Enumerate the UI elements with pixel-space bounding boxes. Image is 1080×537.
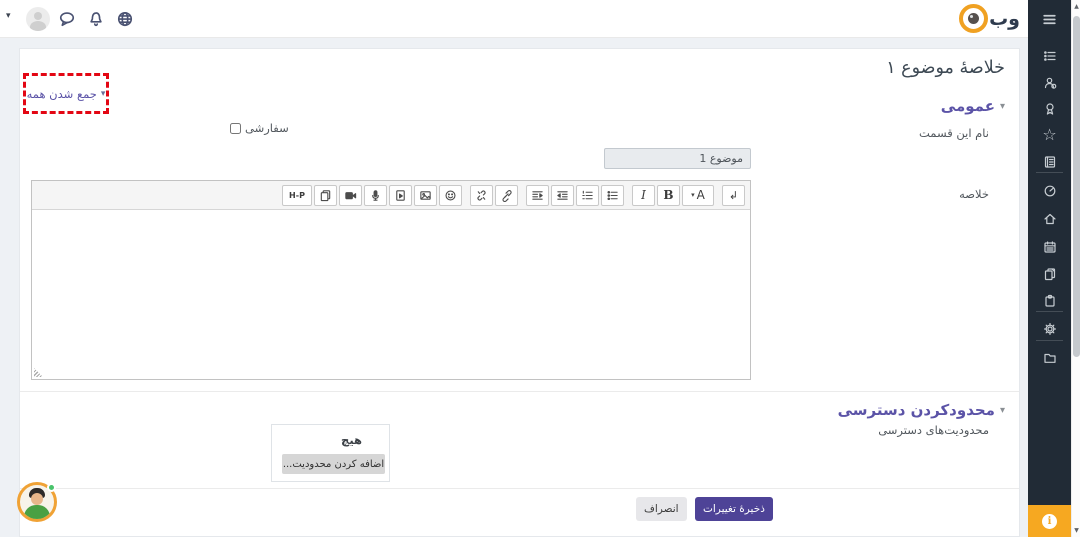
nav-drawer: ☆ i — [1028, 0, 1071, 537]
badges-icon[interactable] — [1028, 99, 1071, 119]
restrict-access-section-title: محدودکردن دسترسی — [838, 401, 995, 419]
outdent-icon[interactable] — [551, 185, 574, 206]
toolbar-group-lists — [526, 185, 624, 206]
toolbar-group-links — [470, 185, 518, 206]
page-title: خلاصهٔ موضوع ۱ — [886, 58, 1005, 78]
section-header-restrict-access[interactable]: ▾ محدودکردن دسترسی — [838, 401, 1005, 419]
link-icon[interactable] — [495, 185, 518, 206]
scroll-up-arrow[interactable]: ▲ — [1072, 3, 1080, 10]
copy-icon[interactable] — [314, 185, 337, 206]
ordered-list-icon[interactable] — [576, 185, 599, 206]
user-avatar[interactable] — [26, 7, 50, 31]
annotation-red-dashed-box: ▾ جمع شدن همه — [23, 73, 109, 114]
editor-text-area[interactable] — [32, 210, 750, 379]
cancel-button[interactable]: انصراف — [636, 497, 687, 521]
collapse-all-link[interactable]: ▾ جمع شدن همه — [27, 87, 106, 101]
scroll-down-arrow[interactable]: ▼ — [1072, 527, 1080, 534]
indent-icon[interactable] — [526, 185, 549, 206]
section-divider — [20, 391, 1019, 392]
toolbar-group-collapse: ↲ — [722, 185, 745, 206]
emoji-icon[interactable] — [439, 185, 462, 206]
image-icon[interactable] — [414, 185, 437, 206]
custom-name-checkbox-row[interactable]: سفارشی — [230, 121, 289, 135]
editor-toolbar: H-P I B ▾A — [32, 181, 750, 210]
editor-resize-handle[interactable] — [34, 368, 43, 377]
dashboard-icon[interactable] — [1028, 181, 1071, 201]
collapse-all-label: جمع شدن همه — [27, 87, 97, 101]
microphone-icon[interactable] — [364, 185, 387, 206]
section-header-general[interactable]: ▾ عمومی — [941, 97, 1005, 115]
video-icon[interactable] — [339, 185, 362, 206]
custom-name-checkbox-label: سفارشی — [245, 121, 289, 135]
avatar-head — [34, 12, 42, 20]
home-icon[interactable] — [1028, 209, 1071, 229]
access-restrictions-label: محدودیت‌های دسترسی — [878, 423, 989, 437]
custom-name-checkbox[interactable] — [230, 123, 241, 134]
section-name-label: نام این قسمت — [919, 126, 989, 140]
topbar: ▾ وب — [0, 0, 1028, 38]
bold-button[interactable]: B — [657, 185, 680, 206]
chat-icon[interactable] — [57, 9, 77, 29]
info-icon: i — [1042, 514, 1057, 529]
media-file-icon[interactable] — [389, 185, 412, 206]
avatar-body — [30, 21, 46, 31]
main-content-panel: خلاصهٔ موضوع ۱ ▾ جمع شدن همه ▾ عمومی نام… — [19, 48, 1020, 537]
course-index-icon[interactable] — [1028, 46, 1071, 66]
font-style-button[interactable]: ▾A — [682, 185, 714, 206]
logo-text: وب — [989, 8, 1020, 30]
settings-icon[interactable] — [1028, 319, 1071, 339]
folder-icon[interactable] — [1028, 348, 1071, 368]
window-scrollbar: ▲ ▼ — [1071, 0, 1080, 537]
bell-icon[interactable] — [86, 9, 106, 29]
restrictions-box: هیچ اضافه کردن محدودیت... — [271, 424, 390, 482]
chevron-down-icon: ▾ — [1000, 101, 1005, 112]
chevron-down-icon: ▾ — [1000, 405, 1005, 416]
toolbar-group-media: H-P — [282, 185, 462, 206]
private-files-icon[interactable] — [1028, 264, 1071, 284]
sidebar-divider — [1036, 340, 1063, 341]
sidebar-divider — [1036, 311, 1063, 312]
content-bank-icon[interactable] — [1028, 291, 1071, 311]
competencies-icon[interactable]: ☆ — [1028, 125, 1071, 145]
unlink-icon[interactable] — [470, 185, 493, 206]
form-actions-divider — [20, 488, 1019, 489]
site-logo[interactable]: وب — [959, 4, 1020, 33]
unordered-list-icon[interactable] — [601, 185, 624, 206]
info-button[interactable]: i — [1028, 505, 1071, 537]
calendar-icon[interactable] — [1028, 237, 1071, 257]
section-name-input[interactable] — [604, 148, 751, 169]
save-changes-button[interactable]: ذخیرهٔ تغییرات — [695, 497, 773, 521]
chevron-down-icon[interactable]: ▾ — [6, 11, 11, 21]
restrictions-none-value: هیچ — [341, 433, 362, 447]
collapse-toolbar-button[interactable]: ↲ — [722, 185, 745, 206]
summary-editor: H-P I B ▾A — [31, 180, 751, 380]
support-chat-widget[interactable] — [17, 482, 57, 522]
chevron-down-icon: ▾ — [101, 89, 106, 99]
logo-swirl-icon — [959, 4, 988, 33]
general-section-title: عمومی — [941, 97, 995, 115]
menu-icon[interactable] — [1028, 9, 1071, 29]
italic-button[interactable]: I — [632, 185, 655, 206]
scrollbar-thumb[interactable] — [1073, 16, 1080, 357]
participants-icon[interactable] — [1028, 73, 1071, 93]
grades-icon[interactable] — [1028, 152, 1071, 172]
add-restriction-button[interactable]: اضافه کردن محدودیت... — [282, 454, 385, 474]
globe-icon[interactable] — [115, 9, 135, 29]
summary-label: خلاصه — [959, 187, 989, 201]
sidebar-divider — [1036, 172, 1063, 173]
h5p-button[interactable]: H-P — [282, 185, 312, 206]
online-status-dot — [47, 483, 56, 492]
toolbar-group-format: I B ▾A — [632, 185, 714, 206]
